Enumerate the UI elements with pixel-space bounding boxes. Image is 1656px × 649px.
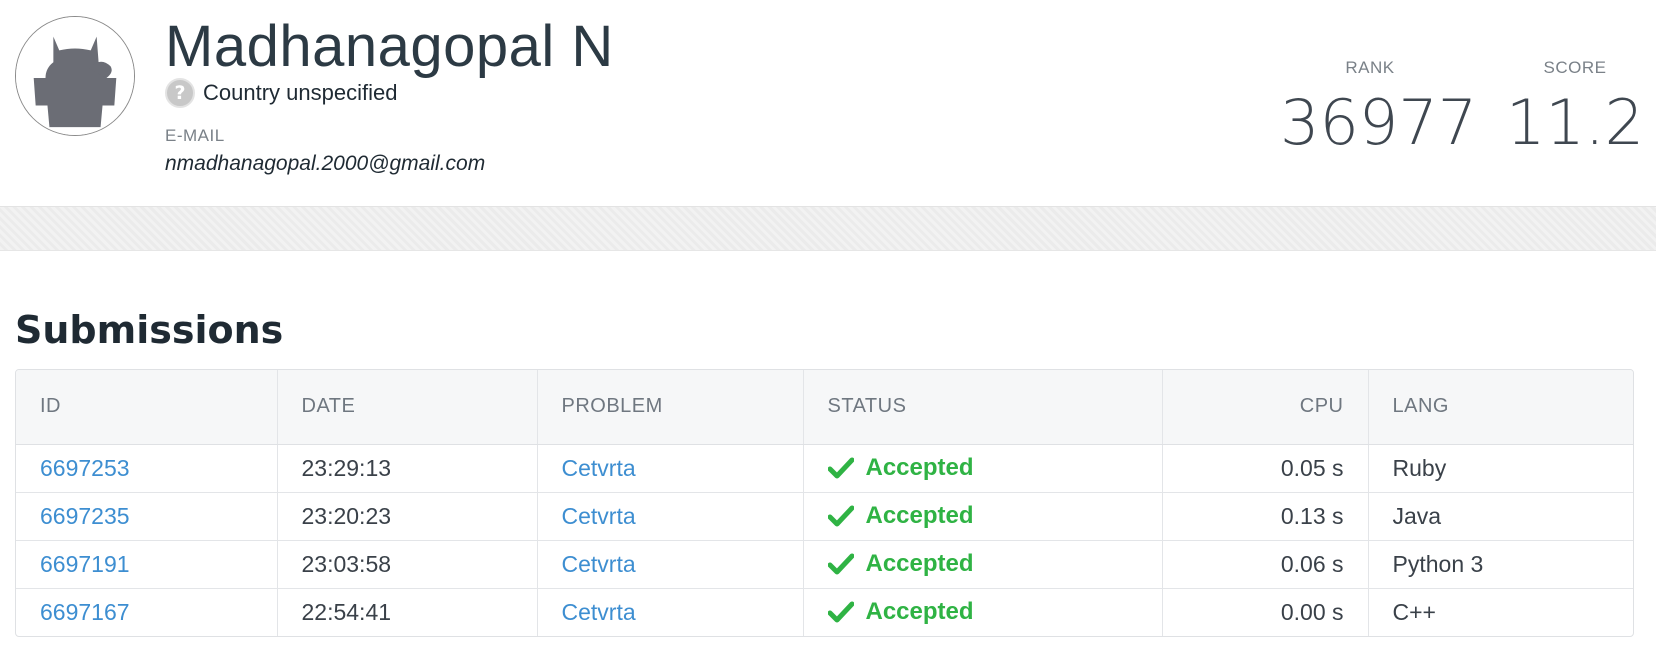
score-value: 11.2	[1505, 86, 1645, 159]
column-header-status: STATUS	[803, 370, 1163, 445]
column-header-lang: LANG	[1368, 370, 1633, 445]
status-text: Accepted	[865, 598, 974, 626]
cat-avatar-icon	[16, 17, 134, 135]
email-value: nmadhanagopal.2000@gmail.com	[165, 152, 486, 175]
problem-link[interactable]: Cetvrta	[562, 551, 636, 577]
checkmark-icon	[827, 553, 854, 575]
decorative-stripe	[0, 207, 1656, 251]
table-header-row: ID DATE PROBLEM STATUS CPU LANG	[16, 370, 1633, 445]
checkmark-icon	[827, 457, 854, 479]
status-text: Accepted	[865, 502, 974, 529]
submission-id-link[interactable]: 6697167	[40, 599, 130, 625]
cpu-time: 0.13 s	[1162, 492, 1369, 541]
cpu-time: 0.05 s	[1162, 444, 1369, 493]
profile-header: Madhanagopal N ? Country unspecified E-M…	[0, 0, 1656, 207]
table-row: 6697191 23:03:58 Cetvrta Accepted 0.06 s…	[16, 540, 1633, 589]
table-row: 6697253 23:29:13 Cetvrta Accepted 0.05 s…	[16, 444, 1633, 493]
column-header-id: ID	[16, 370, 278, 445]
cpu-time: 0.06 s	[1162, 540, 1369, 589]
status-text: Accepted	[865, 454, 974, 481]
column-header-date: DATE	[277, 370, 538, 445]
submission-id-link[interactable]: 6697235	[40, 503, 130, 529]
language: Python 3	[1368, 540, 1633, 589]
score-stat: SCORE 11.2	[1495, 58, 1655, 158]
submissions-table: ID DATE PROBLEM STATUS CPU LANG 6697253 …	[15, 369, 1634, 637]
submission-date: 22:54:41	[277, 588, 538, 636]
language: Ruby	[1368, 444, 1633, 493]
user-name: Madhanagopal N	[165, 14, 614, 79]
submission-date: 23:20:23	[277, 492, 538, 541]
cpu-time: 0.00 s	[1162, 588, 1369, 636]
column-header-cpu: CPU	[1162, 370, 1369, 445]
language: C++	[1392, 598, 1436, 625]
table-row: 6697235 23:20:23 Cetvrta Accepted 0.13 s…	[16, 492, 1633, 541]
problem-link[interactable]: Cetvrta	[562, 503, 636, 529]
column-header-problem: PROBLEM	[537, 370, 804, 445]
submissions-title: Submissions	[15, 308, 284, 352]
score-label: SCORE	[1543, 58, 1607, 77]
email-label: E-MAIL	[165, 126, 225, 145]
submission-date: 23:29:13	[277, 444, 538, 493]
country-name: Country unspecified	[203, 80, 398, 105]
submission-id-link[interactable]: 6697253	[40, 455, 130, 481]
checkmark-icon	[827, 601, 854, 623]
rank-value: 36977	[1280, 86, 1478, 159]
submission-id-link[interactable]: 6697191	[40, 551, 130, 577]
table-row: 6697167 22:54:41 Cetvrta Accepted 0.00 s…	[16, 588, 1633, 636]
problem-link[interactable]: Cetvrta	[562, 455, 636, 481]
submission-date: 23:03:58	[277, 540, 538, 589]
problem-link[interactable]: Cetvrta	[562, 599, 636, 625]
question-mark-icon: ?	[165, 78, 195, 108]
country-row: ? Country unspecified	[165, 78, 397, 108]
rank-stat: RANK 36977	[1280, 58, 1478, 159]
avatar[interactable]	[15, 16, 135, 136]
checkmark-icon	[827, 505, 854, 527]
status-text: Accepted	[865, 550, 974, 577]
rank-label: RANK	[1345, 58, 1395, 77]
language: Java	[1368, 492, 1633, 541]
